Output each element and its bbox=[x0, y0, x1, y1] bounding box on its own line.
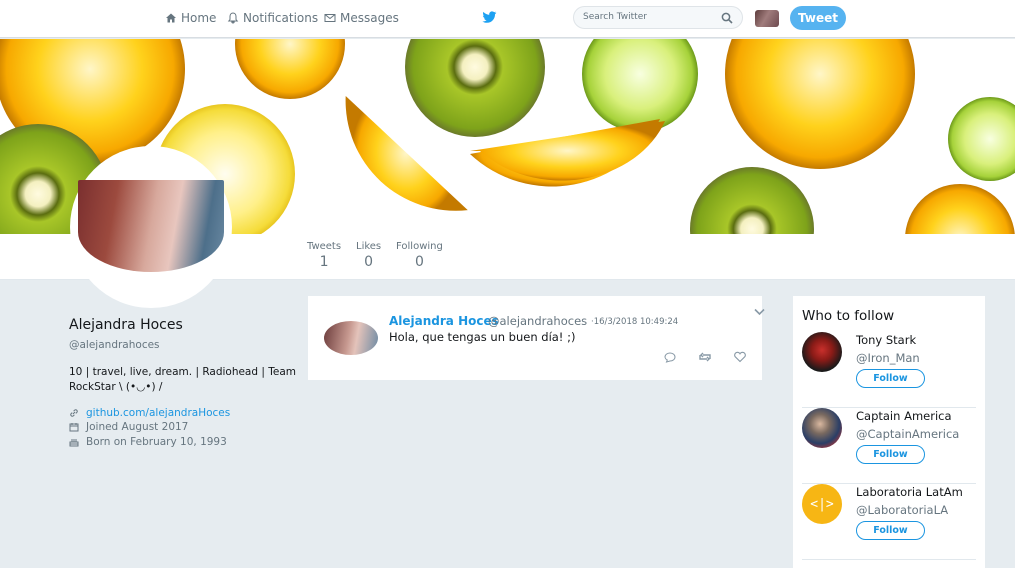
laboratoria-logo-text: <|> bbox=[810, 496, 834, 512]
profile-bio: 10 | travel, live, dream. | Radiohead | … bbox=[69, 366, 297, 393]
stat-likes-label: Likes bbox=[356, 241, 382, 252]
suggestion-handle: @CaptainAmerica bbox=[856, 427, 960, 441]
profile-joined: Joined August 2017 bbox=[86, 421, 189, 433]
retweet-icon[interactable] bbox=[698, 351, 712, 363]
reply-icon[interactable] bbox=[663, 351, 677, 363]
follow-suggestion: Captain America @CaptainAmerica Follow bbox=[802, 408, 976, 484]
twitter-bird-icon[interactable] bbox=[482, 11, 497, 24]
stat-tweets-label: Tweets bbox=[307, 241, 342, 252]
follow-suggestion: Tony Stark @Iron_Man Follow bbox=[802, 332, 976, 408]
follow-button-laboratoria[interactable]: Follow bbox=[856, 521, 925, 540]
profile-photo bbox=[78, 180, 224, 272]
tweet-author-name[interactable]: Alejandra Hoces bbox=[389, 314, 499, 328]
profile-avatar[interactable] bbox=[70, 146, 232, 308]
who-to-follow-title: Who to follow bbox=[802, 308, 895, 324]
account-avatar[interactable] bbox=[755, 10, 779, 27]
profile-name: Alejandra Hoces bbox=[69, 317, 183, 333]
follow-button-tony-stark[interactable]: Follow bbox=[856, 369, 925, 388]
home-icon bbox=[166, 13, 176, 23]
link-icon bbox=[70, 409, 78, 417]
stat-likes[interactable]: Likes 0 bbox=[356, 241, 381, 270]
heart-icon[interactable] bbox=[733, 351, 747, 363]
search-box[interactable] bbox=[573, 6, 743, 29]
tweet-timestamp[interactable]: ·16/3/2018 10:49:24 bbox=[591, 317, 678, 327]
who-to-follow-panel: Who to follow Tony Stark @Iron_Man Follo… bbox=[793, 296, 985, 568]
stat-likes-value: 0 bbox=[364, 254, 374, 270]
stat-following[interactable]: Following 0 bbox=[396, 241, 443, 270]
nav-notifications-label: Notifications bbox=[243, 11, 319, 25]
suggestion-name[interactable]: Captain America bbox=[856, 409, 952, 423]
nav-home[interactable]: Home bbox=[165, 11, 216, 25]
follow-suggestion: <|> Laboratoria LatAm @LaboratoriaLA Fol… bbox=[802, 484, 976, 560]
suggestion-handle: @LaboratoriaLA bbox=[856, 503, 949, 517]
suggestion-handle: @Iron_Man bbox=[856, 351, 920, 365]
tweet-card[interactable]: Alejandra Hoces @alejandrahoces ·16/3/20… bbox=[308, 296, 765, 380]
calendar-icon bbox=[69, 423, 79, 432]
top-navigation: Home Notifications Messages Tweet bbox=[0, 0, 1015, 38]
nav-notifications[interactable]: Notifications bbox=[227, 11, 318, 25]
bell-icon bbox=[227, 12, 239, 24]
tweet-text: Hola, que tengas un buen día! ;) bbox=[389, 330, 576, 344]
cake-icon bbox=[69, 439, 79, 447]
magnifier-icon[interactable] bbox=[721, 12, 733, 24]
follow-button-captain-america[interactable]: Follow bbox=[856, 445, 925, 464]
chevron-down-icon[interactable] bbox=[754, 308, 765, 316]
suggestion-name[interactable]: Tony Stark bbox=[856, 333, 916, 347]
profile-joined-row: Joined August 2017 bbox=[69, 421, 188, 433]
profile-link-row: github.com/alejandraHoces bbox=[69, 407, 230, 419]
nav-home-label: Home bbox=[181, 11, 217, 25]
profile-born-row: Born on February 10, 1993 bbox=[69, 436, 227, 448]
profile-born: Born on February 10, 1993 bbox=[86, 436, 227, 448]
nav-messages[interactable]: Messages bbox=[324, 11, 399, 25]
tweet-author-handle: @alejandrahoces bbox=[488, 314, 588, 328]
nav-messages-label: Messages bbox=[340, 11, 399, 25]
search-input[interactable] bbox=[583, 12, 713, 22]
suggestion-avatar-captain-america[interactable] bbox=[802, 408, 842, 448]
suggestion-name[interactable]: Laboratoria LatAm bbox=[856, 485, 963, 499]
profile-website-link[interactable]: github.com/alejandraHoces bbox=[86, 407, 230, 419]
stat-following-label: Following bbox=[396, 241, 443, 252]
stat-tweets[interactable]: Tweets 1 bbox=[307, 241, 341, 270]
profile-handle: @alejandrahoces bbox=[69, 339, 160, 351]
stat-tweets-value: 1 bbox=[319, 254, 329, 270]
suggestion-avatar-laboratoria[interactable]: <|> bbox=[802, 484, 842, 524]
suggestion-avatar-tony-stark[interactable] bbox=[802, 332, 842, 372]
tweet-avatar[interactable] bbox=[324, 321, 378, 355]
envelope-icon bbox=[324, 14, 336, 22]
stat-following-value: 0 bbox=[414, 254, 424, 270]
tweet-button[interactable]: Tweet bbox=[790, 6, 846, 30]
